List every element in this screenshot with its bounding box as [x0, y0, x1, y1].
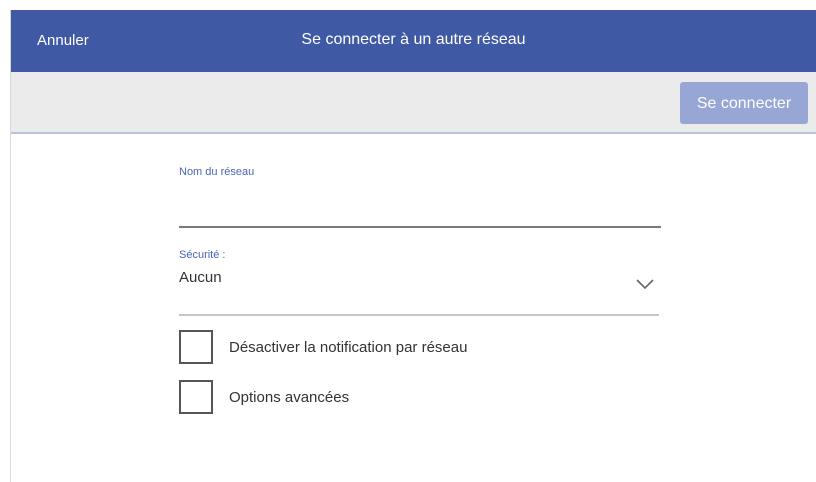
security-dropdown[interactable]: Aucun — [179, 260, 659, 316]
disable-notification-checkbox[interactable] — [179, 330, 213, 364]
action-toolbar: Se connecter — [11, 72, 816, 134]
dialog-window: Annuler Se connecter à un autre réseau S… — [10, 10, 816, 482]
header-bar: Annuler Se connecter à un autre réseau — [11, 10, 816, 72]
advanced-options-label: Options avancées — [229, 388, 350, 406]
disable-network-notification-option[interactable]: Désactiver la notification par réseau — [179, 328, 467, 366]
dialog-title: Se connecter à un autre réseau — [301, 31, 526, 48]
disable-notification-label: Désactiver la notification par réseau — [229, 338, 468, 356]
network-name-label: Nom du réseau — [179, 166, 255, 178]
security-value: Aucun — [179, 269, 222, 286]
advanced-options-checkbox[interactable] — [179, 380, 213, 414]
network-name-input[interactable] — [179, 192, 661, 228]
connect-button[interactable]: Se connecter — [680, 82, 808, 124]
chevron-down-icon — [636, 279, 654, 290]
advanced-options-option[interactable]: Options avancées — [179, 378, 349, 416]
